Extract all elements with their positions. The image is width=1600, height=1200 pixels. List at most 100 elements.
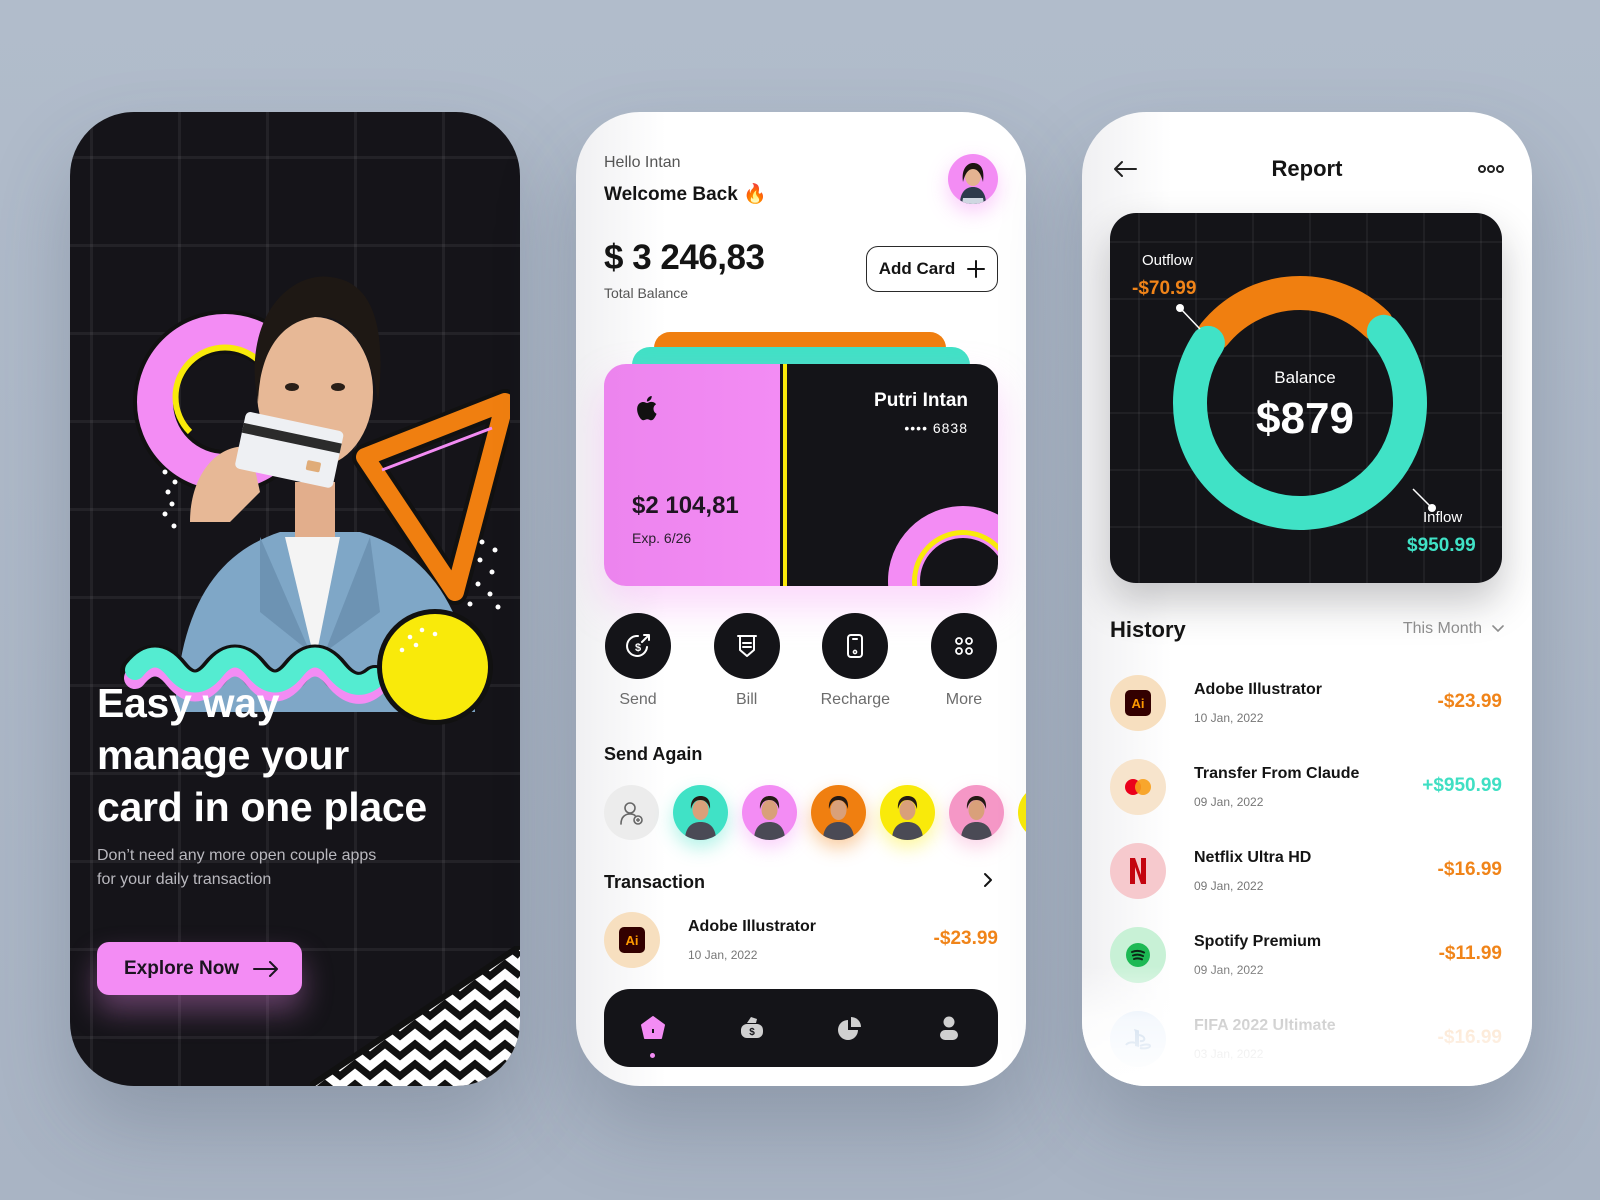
profile-icon [939, 1016, 958, 1040]
outflow-label: Outflow [1142, 252, 1193, 269]
quick-actions: $ Send Bill Recharge More [604, 613, 998, 709]
bill-icon [736, 635, 757, 657]
bill-label: Bill [735, 691, 758, 708]
total-balance-label: Total Balance [604, 285, 689, 301]
history-amount: -$16.99 [1437, 1027, 1502, 1048]
card-holder-name: Putri Intan [874, 390, 968, 411]
explore-now-label: Explore Now [124, 957, 240, 979]
contact-avatar[interactable] [880, 785, 935, 840]
send-again-contacts [604, 785, 1026, 840]
spotify-icon [1110, 927, 1166, 983]
transaction-name: Adobe Illustrator [688, 918, 817, 935]
svg-text:$: $ [635, 642, 641, 654]
inflow-leader-line [1412, 488, 1433, 509]
history-row[interactable]: Spotify Premium 09 Jan, 2022 -$11.99 [1110, 927, 1502, 983]
apple-logo-icon [637, 396, 657, 421]
send-money-icon: $ [626, 634, 650, 657]
user-avatar[interactable] [948, 154, 998, 204]
balance-chart-card: Outflow -$70.99 Inflow $950.99 Balance $… [1110, 213, 1502, 583]
contact-avatar[interactable] [673, 785, 728, 840]
card-stack[interactable]: $2 104,81 Exp. 6/26 Putri Intan •••• 683… [604, 332, 998, 587]
transaction-amount: -$23.99 [933, 928, 998, 949]
more-options-icon[interactable] [1478, 162, 1504, 176]
contact-avatar-partial[interactable] [1018, 785, 1026, 840]
history-name: Transfer From Claude [1194, 765, 1360, 782]
history-date: 03 Jan, 2022 [1194, 1047, 1264, 1061]
greeting: Hello Intan [604, 154, 681, 171]
plus-icon [967, 260, 986, 278]
home-icon [641, 1016, 666, 1039]
card-balance: $2 104,81 [632, 492, 739, 519]
history-date: 10 Jan, 2022 [1194, 711, 1264, 725]
nav-profile[interactable] [929, 1008, 969, 1048]
send-again-heading: Send Again [604, 744, 703, 764]
nav-wallet[interactable]: $ [732, 1008, 772, 1048]
send-label: Send [619, 691, 657, 708]
inflow-value: $950.99 [1407, 535, 1476, 556]
history-name: FIFA 2022 Ultimate [1194, 1017, 1336, 1034]
inflow-label: Inflow [1423, 509, 1462, 526]
grid-dots-icon [955, 637, 973, 655]
history-row[interactable]: Transfer From Claude 09 Jan, 2022 +$950.… [1110, 759, 1502, 815]
onboarding-headline: Easy way manage your card in one place [97, 677, 427, 833]
history-row[interactable]: Ai Adobe Illustrator 10 Jan, 2022 -$23.9… [1110, 675, 1502, 731]
history-heading: History [1110, 617, 1186, 642]
history-amount: -$16.99 [1437, 859, 1502, 880]
card-number: •••• 6838 [904, 420, 968, 436]
payment-card[interactable]: $2 104,81 Exp. 6/26 Putri Intan •••• 683… [604, 364, 998, 586]
chart-center-value: $879 [1256, 394, 1354, 443]
outflow-value: -$70.99 [1132, 278, 1196, 299]
more-label: More [945, 691, 983, 708]
playstation-icon [1110, 1011, 1166, 1067]
wallet-icon: $ [740, 1017, 763, 1038]
send-button[interactable]: $ Send [604, 613, 672, 709]
card-expiry: Exp. 6/26 [632, 530, 692, 546]
outflow-arc [1197, 276, 1394, 351]
history-amount: -$11.99 [1438, 943, 1502, 964]
report-screen: Report Outflow -$70.99 Inflow $950.99 Ba… [1082, 112, 1532, 1086]
more-button[interactable]: More [930, 613, 998, 709]
nav-home[interactable] [633, 1008, 673, 1058]
add-user-icon [619, 801, 643, 825]
contact-avatar[interactable] [949, 785, 1004, 840]
svg-text:Ai: Ai [1132, 696, 1145, 711]
headline-line: card in one place [97, 784, 427, 830]
contact-avatar[interactable] [742, 785, 797, 840]
hero-illustration [120, 276, 510, 725]
transaction-row[interactable]: Ai Adobe Illustrator 10 Jan, 2022 -$23.9… [604, 912, 998, 968]
mastercard-icon [1110, 759, 1166, 815]
transaction-date: 10 Jan, 2022 [688, 948, 758, 962]
history-amount: -$23.99 [1437, 691, 1502, 712]
nav-statistics[interactable] [830, 1008, 870, 1048]
contact-avatar[interactable] [811, 785, 866, 840]
card-right-panel: Putri Intan •••• 6838 [790, 364, 998, 586]
period-dropdown[interactable]: This Month [1403, 620, 1504, 638]
adobe-illustrator-icon: Ai [604, 912, 660, 968]
history-name: Spotify Premium [1194, 933, 1322, 950]
svg-text:Ai: Ai [626, 933, 639, 948]
outflow-leader-dot [1176, 304, 1184, 312]
history-row[interactable]: Netflix Ultra HD 09 Jan, 2022 -$16.99 [1110, 843, 1502, 899]
explore-now-button[interactable]: Explore Now [97, 942, 302, 995]
history-list: Ai Adobe Illustrator 10 Jan, 2022 -$23.9… [1110, 675, 1502, 1086]
history-row[interactable]: FIFA 2022 Ultimate 03 Jan, 2022 -$16.99 [1110, 1011, 1502, 1067]
headline-line: manage your [97, 732, 349, 778]
avatar-portrait-icon [960, 163, 986, 204]
history-date: 09 Jan, 2022 [1194, 963, 1264, 977]
add-contact-button[interactable] [604, 785, 659, 840]
subtitle-line: for your daily transaction [97, 871, 272, 888]
chevron-right-icon[interactable] [978, 870, 998, 890]
recharge-button[interactable]: Recharge [821, 613, 890, 709]
active-indicator [650, 1053, 656, 1058]
add-card-button[interactable]: Add Card [866, 246, 998, 292]
total-balance-amount: $ 3 246,83 [604, 238, 765, 277]
zigzag-pattern [310, 946, 520, 1086]
period-value: This Month [1402, 620, 1482, 637]
report-title: Report [1271, 156, 1343, 181]
chart-center-label: Balance [1274, 368, 1335, 387]
welcome-message: Welcome Back 🔥 [604, 184, 767, 205]
headline-line: Easy way [97, 680, 280, 726]
bill-button[interactable]: Bill [713, 613, 781, 709]
history-name: Adobe Illustrator [1194, 681, 1323, 698]
onboarding-subtitle: Don’t need any more open couple apps for… [97, 844, 417, 892]
